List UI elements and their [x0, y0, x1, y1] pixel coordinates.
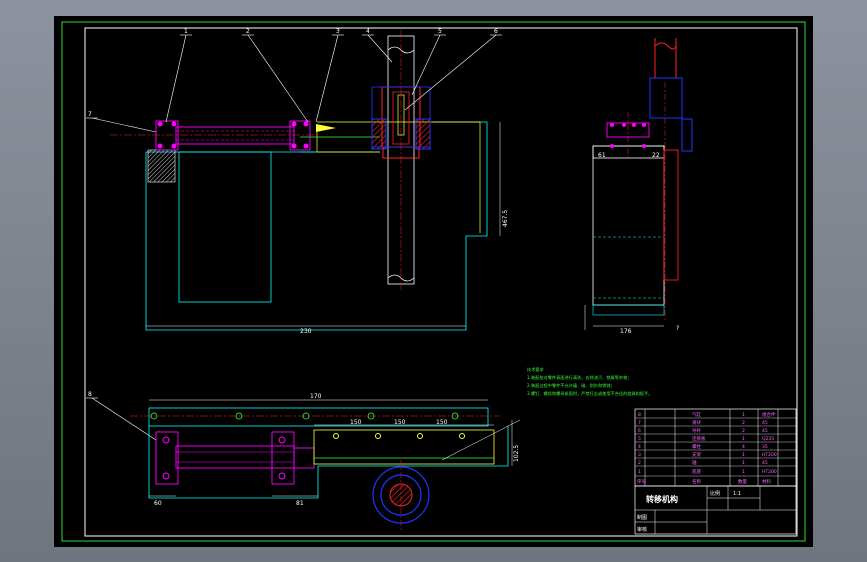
part-qty: 1 — [742, 460, 745, 466]
leader-number: 6 — [494, 28, 498, 35]
leader-number: 8 — [88, 391, 92, 398]
part-no: 7 — [638, 420, 641, 426]
leader-number: 3 — [336, 28, 340, 35]
front-clamp-hatch — [147, 149, 176, 183]
part-no: 8 — [638, 412, 641, 418]
scale-value: 1:1 — [733, 491, 741, 497]
notes-line: 1.装配前对零件表面进行清洗，去除油污、铁屑等杂物； — [527, 374, 632, 381]
header-mat: 材料 — [762, 478, 771, 485]
notes-line: 3.螺钉、螺栓和螺母紧固时，严禁打击或使用不合适的旋具和扳手。 — [527, 390, 652, 397]
checker-label: 审核 — [637, 526, 647, 533]
plan-height-dim: 102.5 — [513, 445, 520, 462]
cad-drawing-canvas: 230 467.5 1 2 3 4 5 6 7 8 176 61 22 ? 17… — [54, 16, 813, 547]
part-name: 连接板 — [692, 435, 706, 442]
part-name: 导杆 — [692, 427, 701, 434]
part-qty: 1 — [742, 452, 745, 458]
drawing-title: 转移机构 — [646, 494, 678, 504]
part-name: 支架 — [692, 451, 701, 458]
leader-number: 2 — [246, 28, 250, 35]
part-mat: 45 — [762, 420, 768, 426]
leader-number: 5 — [438, 28, 442, 35]
part-qty: 2 — [742, 428, 745, 434]
part-name: 螺栓 — [692, 443, 701, 450]
side-marker: ? — [676, 325, 679, 332]
part-no: 6 — [638, 428, 641, 434]
side-right-dim: 22 — [652, 152, 660, 159]
part-no: 4 — [638, 444, 641, 450]
part-mat: HT200 — [762, 452, 777, 458]
part-mat: 35 — [762, 444, 768, 450]
part-name: 轴 — [692, 459, 697, 466]
scale-label: 比例 — [710, 490, 720, 497]
part-mat: Q235 — [762, 436, 774, 442]
part-no: 2 — [638, 460, 641, 466]
side-left-dim: 61 — [598, 152, 606, 159]
part-qty: 2 — [742, 420, 745, 426]
part-no: 3 — [638, 452, 641, 458]
front-height-dim: 467.5 — [502, 210, 509, 227]
header-qty: 数量 — [738, 478, 747, 485]
plan-spacing-dim: 150 — [350, 419, 362, 426]
plan-width-dim: 170 — [310, 393, 322, 400]
part-qty: 4 — [742, 444, 745, 450]
notes-title: 技术要求 — [527, 366, 545, 373]
drawing-sheet — [54, 16, 813, 547]
part-mat: 组合件 — [762, 411, 776, 418]
part-name: 底座 — [692, 468, 701, 475]
header-no: 序号 — [637, 478, 646, 485]
designer-label: 制图 — [637, 514, 647, 521]
part-mat: 45 — [762, 428, 768, 434]
part-mat: 45 — [762, 460, 768, 466]
part-qty: 1 — [742, 436, 745, 442]
leader-number: 1 — [184, 28, 188, 35]
part-no: 1 — [638, 469, 641, 475]
part-name: 滑块 — [692, 419, 701, 426]
header-name: 名称 — [692, 478, 701, 485]
front-width-dim: 230 — [300, 328, 312, 335]
side-width-dim: 176 — [620, 328, 632, 335]
plan-bottom-dim: 81 — [296, 500, 304, 507]
leader-number: 7 — [88, 111, 92, 118]
part-name: 气缸 — [692, 411, 701, 418]
part-no: 5 — [638, 436, 641, 442]
plan-spacing-dim: 150 — [436, 419, 448, 426]
notes-line: 2.装配过程中零件不允许磕、碰、划伤和锈蚀； — [527, 382, 615, 389]
part-qty: 1 — [742, 412, 745, 418]
plan-left-dim: 60 — [154, 500, 162, 507]
plan-spacing-dim: 150 — [394, 419, 406, 426]
part-mat: HT200 — [762, 469, 777, 475]
part-qty: 1 — [742, 469, 745, 475]
leader-number: 4 — [366, 28, 370, 35]
